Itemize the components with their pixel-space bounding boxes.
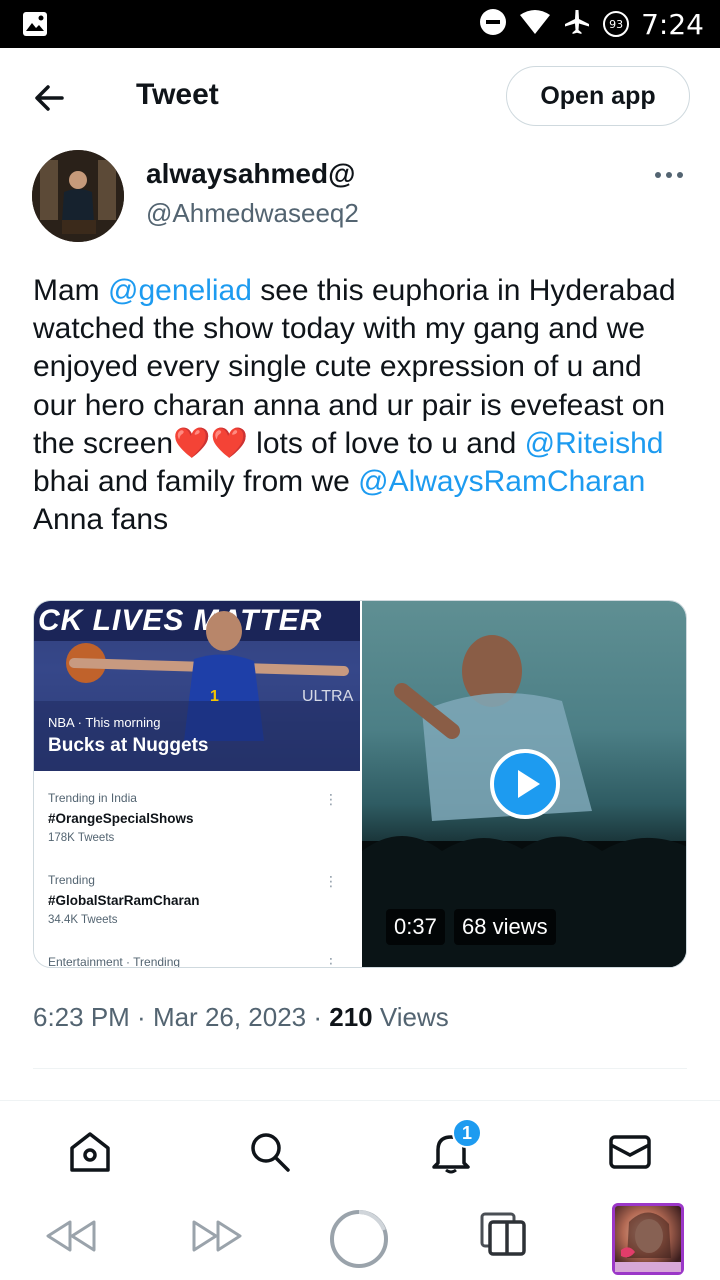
author-display-name[interactable]: alwaysahmed@ xyxy=(146,158,355,190)
bottom-tab-bar xyxy=(0,1101,720,1196)
status-bar: 93 7:24 xyxy=(0,0,720,48)
trend-item: Trending in India #OrangeSpecialShows 17… xyxy=(48,791,338,844)
avatar[interactable] xyxy=(32,150,124,242)
text-segment: lots of love to u and xyxy=(247,426,525,460)
mail-icon xyxy=(609,1135,651,1169)
browser-refresh-button[interactable] xyxy=(328,1208,390,1275)
clock: 7:24 xyxy=(641,7,704,41)
more-horizontal-icon xyxy=(655,172,683,178)
video-duration: 0:37 xyxy=(386,909,445,945)
media-image-screenshot[interactable]: CK LIVES MATTER 1 ULTRA NBA · This morni… xyxy=(34,601,360,968)
trend-name: #OrangeSpecialShows xyxy=(48,811,194,826)
wifi-icon xyxy=(519,9,551,40)
news-title: Bucks at Nuggets xyxy=(48,735,209,756)
browser-forward-button[interactable] xyxy=(190,1216,244,1261)
play-icon xyxy=(518,770,540,798)
arrow-left-icon xyxy=(35,85,64,111)
video-views: 68 views xyxy=(454,909,556,945)
page-title: Tweet xyxy=(136,78,219,111)
page-header: Tweet Open app xyxy=(0,48,720,146)
tab-messages[interactable] xyxy=(607,1129,653,1175)
nba-photo: CK LIVES MATTER 1 ULTRA NBA · This morni… xyxy=(34,601,360,771)
gallery-notification-icon xyxy=(22,11,48,42)
mention-link[interactable]: @Riteishd xyxy=(525,427,664,460)
browser-tabs-button[interactable] xyxy=(480,1212,528,1263)
back-button[interactable] xyxy=(30,78,70,118)
views-label: Views xyxy=(379,1002,449,1032)
tweet-time[interactable]: 6:23 PM xyxy=(33,1002,130,1032)
trend-item: Entertainment · Trending ⋮ xyxy=(48,955,338,968)
reload-icon xyxy=(330,1210,388,1268)
browser-back-button[interactable] xyxy=(44,1216,98,1261)
open-app-button[interactable]: Open app xyxy=(506,66,690,126)
airplane-mode-icon xyxy=(563,8,591,41)
trend-item: Trending #GlobalStarRamCharan 34.4K Twee… xyxy=(48,873,338,926)
trend-category: Trending xyxy=(48,873,95,887)
tweet-date[interactable]: Mar 26, 2023 xyxy=(153,1002,306,1032)
text-segment: bhai and family from we xyxy=(33,465,359,499)
news-meta: NBA · This morning xyxy=(48,715,161,730)
trend-more-icon: ⋮ xyxy=(324,955,338,968)
trend-category: Entertainment · Trending xyxy=(48,955,181,968)
tab-home[interactable] xyxy=(67,1129,113,1175)
text-segment: Anna fans xyxy=(33,503,169,537)
current-tab-thumbnail[interactable] xyxy=(612,1203,684,1275)
tweet-timestamp: 6:23 PM · Mar 26, 2023 · 210 Views xyxy=(33,1002,449,1032)
trend-count: 34.4K Tweets xyxy=(48,914,118,926)
home-icon xyxy=(70,1132,110,1172)
do-not-disturb-icon xyxy=(479,8,507,41)
battery-indicator: 93 xyxy=(603,11,630,37)
mention-link[interactable]: @geneliad xyxy=(108,274,252,307)
notification-badge: 1 xyxy=(452,1118,482,1148)
trend-more-icon: ⋮ xyxy=(324,791,338,807)
trend-category: Trending in India xyxy=(48,791,137,805)
divider xyxy=(33,1068,687,1069)
mention-link[interactable]: @AlwaysRamCharan xyxy=(358,465,645,498)
avatar-image xyxy=(32,150,124,242)
more-options-button[interactable] xyxy=(652,160,686,190)
trend-count: 178K Tweets xyxy=(48,832,115,844)
trend-name: #GlobalStarRamCharan xyxy=(48,893,200,908)
rewind-icon xyxy=(46,1220,96,1252)
play-button[interactable] xyxy=(490,749,560,819)
media-video[interactable]: 0:37 68 views xyxy=(362,601,686,967)
tab-search[interactable] xyxy=(247,1129,293,1175)
tabs-icon xyxy=(480,1212,526,1256)
tweet-media: CK LIVES MATTER 1 ULTRA NBA · This morni… xyxy=(33,600,687,968)
search-icon xyxy=(251,1133,290,1172)
text-segment: Mam xyxy=(33,274,108,307)
heart-emoji: ❤️❤️ xyxy=(173,426,248,460)
views-count: 210 xyxy=(329,1002,373,1032)
author-handle[interactable]: @Ahmedwaseeq2 xyxy=(146,198,359,229)
tweet-text: Mam @geneliad see this euphoria in Hyder… xyxy=(33,272,693,539)
tab-preview-image xyxy=(615,1212,681,1272)
trend-more-icon: ⋮ xyxy=(324,873,338,889)
fast-forward-icon xyxy=(192,1220,242,1252)
